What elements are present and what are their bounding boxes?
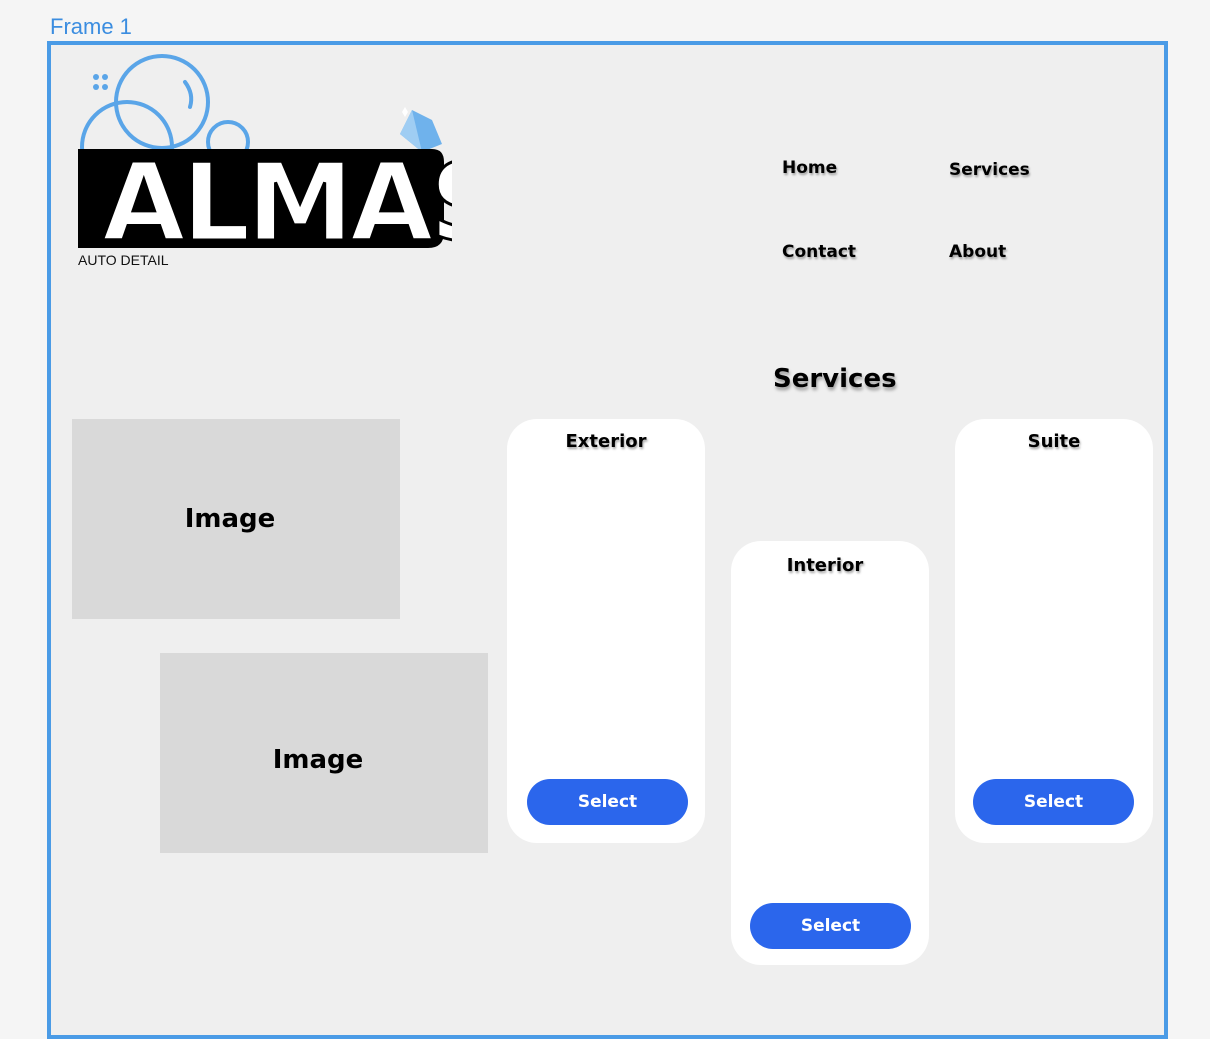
nav-about-link[interactable]: About xyxy=(949,242,1006,262)
select-interior-button[interactable]: Select xyxy=(750,903,911,949)
card-title: Suite xyxy=(1027,431,1081,452)
service-card-exterior: Exterior Select xyxy=(507,419,705,843)
logo-subtitle: AUTO DETAIL xyxy=(78,252,169,268)
image-placeholder-2: Image xyxy=(160,653,488,853)
service-card-interior: Interior Select xyxy=(731,541,929,965)
almas-logo[interactable]: ALMAS xyxy=(72,52,452,272)
nav-services-link[interactable]: Services xyxy=(949,160,1030,180)
services-heading: Services xyxy=(773,364,897,394)
svg-text:ALMAS: ALMAS xyxy=(102,141,452,266)
card-title: Exterior xyxy=(565,431,647,452)
select-suite-button[interactable]: Select xyxy=(973,779,1134,825)
service-card-suite: Suite Select xyxy=(955,419,1153,843)
select-exterior-button[interactable]: Select xyxy=(527,779,688,825)
image-placeholder-1: Image xyxy=(72,419,400,619)
image-placeholder-label: Image xyxy=(184,504,276,534)
nav-home-link[interactable]: Home xyxy=(782,158,837,178)
design-frame: ALMAS AUTO DETAIL Home Services Contact … xyxy=(47,41,1168,1039)
image-placeholder-label: Image xyxy=(272,745,364,775)
card-title: Interior xyxy=(786,555,864,576)
nav-contact-link[interactable]: Contact xyxy=(782,242,856,262)
